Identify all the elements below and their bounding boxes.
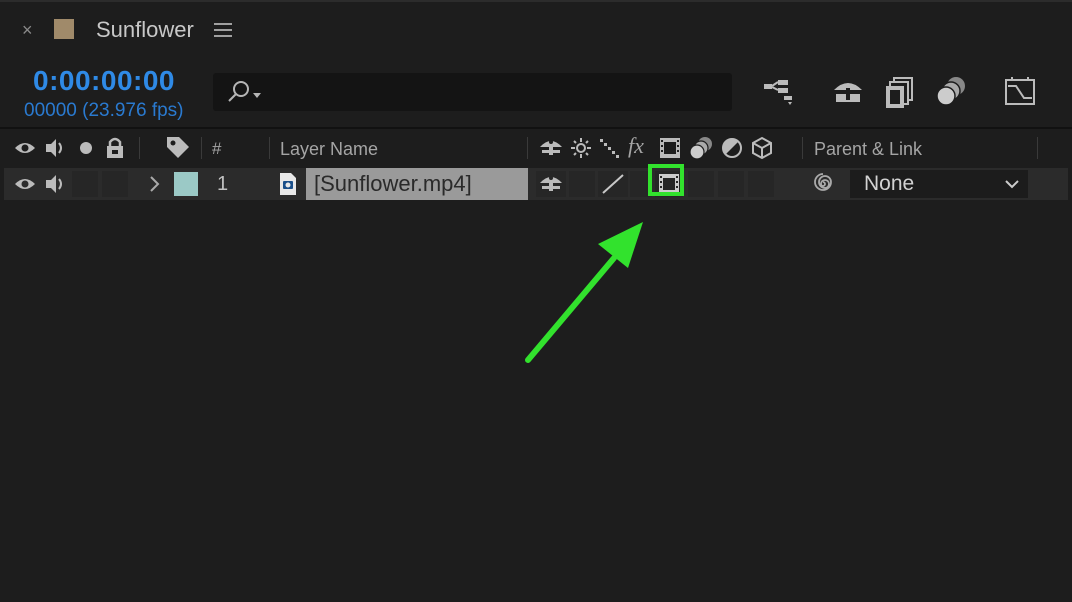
search-icon xyxy=(228,81,261,102)
pick-whip-icon[interactable] xyxy=(810,171,836,197)
layer-number-header[interactable]: # xyxy=(212,139,221,159)
layer-name-header[interactable]: Layer Name xyxy=(280,139,378,159)
composition-tab-title[interactable]: Sunflower xyxy=(96,17,194,43)
frame-count-fps: 00000 (23.976 fps) xyxy=(24,100,184,121)
highlight-box xyxy=(648,164,684,196)
solo-icon[interactable] xyxy=(76,135,96,161)
lock-icon[interactable] xyxy=(104,135,126,161)
parent-dropdown[interactable]: None xyxy=(850,170,1028,198)
column-header-row: # Layer Name fx Parent & Link xyxy=(0,131,1072,165)
parent-link-header[interactable]: Parent & Link xyxy=(814,139,922,159)
layer-name-text: [Sunflower.mp4] xyxy=(314,171,472,196)
eye-icon[interactable] xyxy=(13,135,37,161)
column-divider xyxy=(269,137,270,159)
effects-icon[interactable]: fx xyxy=(628,135,644,157)
search-input[interactable] xyxy=(213,73,732,111)
graph-editor-icon[interactable] xyxy=(1002,74,1038,110)
panel-menu-icon[interactable] xyxy=(214,23,232,41)
shy-icon[interactable] xyxy=(538,135,564,161)
shy-icon xyxy=(540,176,562,191)
label-tag-icon[interactable] xyxy=(165,135,191,161)
motion-blur-switch[interactable] xyxy=(688,171,714,197)
column-divider xyxy=(201,137,202,159)
parent-selected-value: None xyxy=(864,172,915,195)
close-tab-icon[interactable]: × xyxy=(22,20,33,40)
column-divider xyxy=(139,137,140,159)
panel-divider xyxy=(0,127,1072,129)
solo-switch[interactable] xyxy=(72,171,98,197)
column-divider xyxy=(802,137,803,159)
layer-name-field[interactable]: [Sunflower.mp4] xyxy=(306,168,528,200)
composition-flowchart-icon[interactable] xyxy=(762,74,798,110)
eye-icon[interactable] xyxy=(13,171,37,197)
column-divider xyxy=(1037,137,1038,159)
audio-icon[interactable] xyxy=(43,171,67,197)
video-file-icon xyxy=(280,173,296,195)
motion-blur-column-icon[interactable] xyxy=(688,135,714,161)
current-time-display[interactable]: 0:00:00:00 xyxy=(33,64,175,98)
layer-row[interactable]: 1 [Sunflower.mp4] None xyxy=(4,164,1068,200)
layer-number: 1 xyxy=(217,173,229,195)
quality-icon[interactable] xyxy=(598,135,622,161)
composition-tab-bar: × Sunflower xyxy=(0,2,1072,54)
frame-blending-icon[interactable] xyxy=(882,74,918,110)
chevron-down-icon xyxy=(1005,180,1019,189)
composition-color-swatch xyxy=(54,19,74,39)
quality-switch[interactable] xyxy=(598,171,628,197)
collapse-transformations-icon[interactable] xyxy=(570,135,592,161)
expand-chevron-icon[interactable] xyxy=(148,174,162,194)
lock-switch[interactable] xyxy=(102,171,128,197)
best-quality-icon xyxy=(602,174,624,194)
3d-layer-icon[interactable] xyxy=(750,135,774,161)
collapse-switch[interactable] xyxy=(569,171,595,197)
adjustment-layer-switch[interactable] xyxy=(718,171,744,197)
shy-switch[interactable] xyxy=(536,171,566,197)
frame-blend-column-icon[interactable] xyxy=(658,135,682,161)
column-divider xyxy=(527,137,528,159)
adjustment-layer-icon[interactable] xyxy=(720,135,744,161)
audio-icon[interactable] xyxy=(43,135,67,161)
draft-3d-icon[interactable] xyxy=(830,74,866,110)
layer-label-color[interactable] xyxy=(174,172,198,196)
3d-layer-switch[interactable] xyxy=(748,171,774,197)
motion-blur-icon[interactable] xyxy=(934,74,970,110)
